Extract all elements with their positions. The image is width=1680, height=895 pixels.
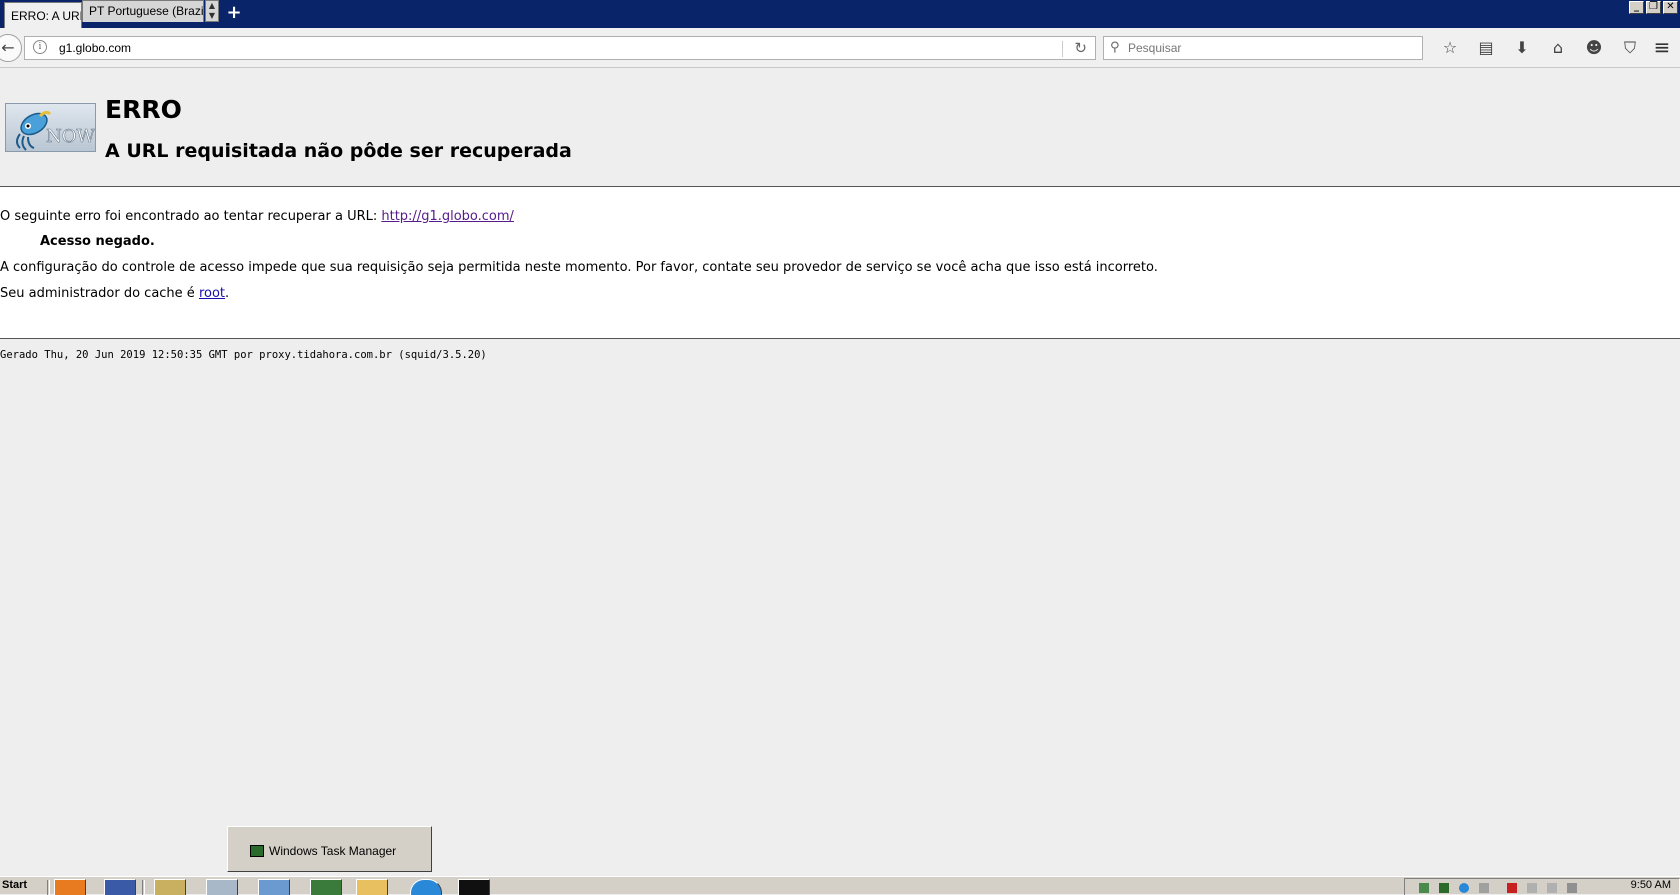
- page-footer: Gerado Thu, 20 Jun 2019 12:50:35 GMT por…: [0, 349, 487, 361]
- admin-root-link[interactable]: root: [199, 286, 225, 301]
- bookmarks-list-icon[interactable]: ▤: [1468, 38, 1504, 58]
- search-input[interactable]: [1128, 40, 1418, 56]
- error-content: O seguinte erro foi encontrado ao tentar…: [0, 187, 1680, 339]
- task-manager-icon: [250, 845, 264, 857]
- tray-usb-icon[interactable]: [1479, 883, 1489, 893]
- folder-taskbar-icon[interactable]: [356, 879, 388, 895]
- bookmark-star-icon[interactable]: ☆: [1432, 38, 1468, 58]
- app-taskbar-icon[interactable]: [206, 879, 238, 895]
- firefox-taskbar-icon[interactable]: [54, 879, 86, 895]
- squid-logo: NOW: [5, 103, 96, 152]
- new-tab-button[interactable]: +: [225, 4, 243, 22]
- explorer-taskbar-icon[interactable]: [104, 879, 136, 895]
- site-info-icon[interactable]: i: [33, 40, 47, 54]
- tray-monitor-icon[interactable]: [1439, 883, 1449, 893]
- tray-folder-icon[interactable]: [1527, 883, 1537, 893]
- taskbar-group-popup: Windows Task Manager: [227, 826, 432, 872]
- url-bar[interactable]: i g1.globo.com ↻: [24, 36, 1096, 60]
- error-intro-text: O seguinte erro foi encontrado ao tentar…: [0, 209, 382, 224]
- tray-volume-icon[interactable]: [1567, 883, 1577, 893]
- search-icon: ⚲: [1110, 40, 1120, 55]
- tray-network-icon[interactable]: [1419, 883, 1429, 893]
- tab-list-scroll-icon[interactable]: ▲ ▼: [205, 0, 219, 22]
- teamviewer-taskbar-icon[interactable]: [410, 879, 442, 895]
- window-controls: _ ❐ ✕: [1629, 1, 1678, 14]
- tab-strip: ERRO: A URL PT Portuguese (Brazil) ▲ ▼ + …: [0, 0, 1680, 28]
- error-url-link[interactable]: http://g1.globo.com/: [381, 209, 514, 224]
- cmd-taskbar-icon[interactable]: [458, 879, 490, 895]
- start-button[interactable]: Start: [0, 879, 42, 895]
- url-divider: [1062, 41, 1063, 57]
- clock[interactable]: 9:50 AM: [1631, 879, 1671, 891]
- taskbar-separator: [47, 880, 50, 895]
- back-button[interactable]: ←: [0, 34, 22, 62]
- taskbar: Start 9:50 AM: [0, 876, 1680, 895]
- taskbar-separator: [142, 880, 145, 895]
- error-reason: Acesso negado.: [40, 234, 155, 249]
- error-explanation: A configuração do controle de acesso imp…: [0, 260, 1158, 275]
- tab-pt-portuguese[interactable]: PT Portuguese (Brazil): [82, 0, 204, 22]
- home-icon[interactable]: ⌂: [1540, 38, 1576, 58]
- toolbar-icons: ☆ ▤ ⬇ ⌂ ☻ ⛉: [1432, 38, 1648, 58]
- tab-label: PT Portuguese (Brazil): [89, 4, 204, 18]
- page-header: NOW ERRO A URL requisitada não pôde ser …: [0, 69, 1680, 187]
- tray-teamviewer-icon[interactable]: [1459, 883, 1469, 893]
- search-bar[interactable]: ⚲: [1103, 36, 1423, 60]
- task-manager-item[interactable]: Windows Task Manager: [269, 844, 396, 858]
- page-title: ERRO: [105, 95, 182, 124]
- app-taskbar-icon[interactable]: [154, 879, 186, 895]
- admin-prefix: Seu administrador do cache é: [0, 286, 199, 301]
- reload-icon[interactable]: ↻: [1074, 39, 1087, 57]
- downloads-icon[interactable]: ⬇: [1504, 38, 1540, 58]
- tab-erro[interactable]: ERRO: A URL: [4, 2, 82, 28]
- tray-display-icon[interactable]: [1547, 883, 1557, 893]
- error-intro-line: O seguinte erro foi encontrado ao tentar…: [0, 209, 514, 224]
- app-taskbar-icon[interactable]: [258, 879, 290, 895]
- error-page: NOW ERRO A URL requisitada não pôde ser …: [0, 69, 1680, 825]
- task-manager-taskbar-icon[interactable]: [310, 879, 342, 895]
- tray-antivirus-icon[interactable]: [1507, 883, 1517, 893]
- logo-text: NOW: [46, 126, 96, 147]
- page-subtitle: A URL requisitada não pôde ser recuperad…: [105, 140, 572, 162]
- minimize-icon[interactable]: _: [1629, 1, 1644, 14]
- back-arrow-icon: ←: [1, 38, 15, 57]
- tab-label: ERRO: A URL: [11, 9, 82, 23]
- pocket-icon[interactable]: ⛉: [1612, 38, 1648, 58]
- hamburger-menu-icon[interactable]: ≡: [1650, 36, 1674, 58]
- nav-bar: ← i g1.globo.com ↻ ⚲ ☆ ▤ ⬇ ⌂ ☻ ⛉ ≡: [0, 28, 1680, 68]
- system-tray: 9:50 AM: [1404, 878, 1680, 895]
- close-icon[interactable]: ✕: [1663, 1, 1678, 14]
- restore-icon[interactable]: ❐: [1646, 1, 1661, 14]
- admin-line: Seu administrador do cache é root.: [0, 286, 229, 301]
- url-text[interactable]: g1.globo.com: [59, 41, 131, 55]
- admin-suffix: .: [225, 286, 230, 301]
- hello-icon[interactable]: ☻: [1576, 38, 1612, 58]
